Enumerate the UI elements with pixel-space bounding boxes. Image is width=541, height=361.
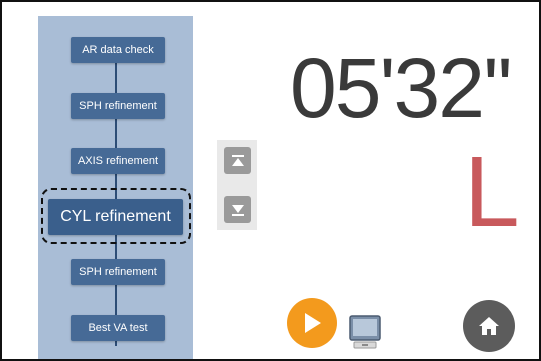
step-scroll-controls [217,140,257,230]
step-best-va-test[interactable]: Best VA test [71,315,165,341]
scroll-bottom-button[interactable] [224,196,251,223]
monitor-icon[interactable] [349,315,381,349]
play-icon [305,313,321,333]
active-step-highlight [41,188,191,244]
step-sph-refinement-2[interactable]: SPH refinement [71,259,165,285]
refraction-screen: AR data check SPH refinement AXIS refine… [0,0,541,361]
step-axis-refinement[interactable]: AXIS refinement [71,148,165,174]
elapsed-timer: 05'32'' [290,41,513,135]
home-icon [479,317,499,335]
home-button[interactable] [463,300,515,352]
scroll-to-bottom-icon [231,204,244,216]
scroll-to-top-icon [231,154,244,166]
play-button[interactable] [287,298,337,348]
scroll-top-button[interactable] [224,147,251,174]
step-ar-data-check[interactable]: AR data check [71,37,165,63]
eye-indicator: L [464,136,520,248]
step-sph-refinement[interactable]: SPH refinement [71,93,165,119]
